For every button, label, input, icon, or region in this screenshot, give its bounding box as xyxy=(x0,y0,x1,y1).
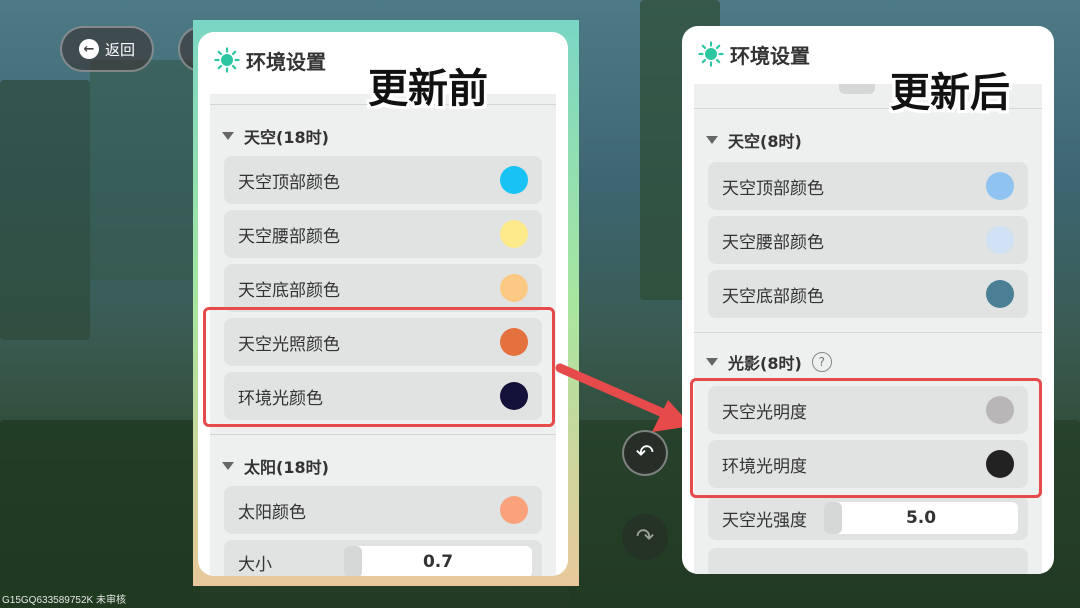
row-label: 大小 xyxy=(238,554,272,575)
section-header-sky[interactable]: 天空(18时) xyxy=(222,124,329,148)
background-tree xyxy=(0,420,200,608)
row-sky-bottom-color[interactable]: 天空底部颜色 xyxy=(708,270,1028,318)
slider-track[interactable]: 5.0 xyxy=(824,502,1018,534)
row-label: 天空底部颜色 xyxy=(722,286,824,307)
redo-button[interactable]: ↷ xyxy=(622,514,668,560)
back-button[interactable]: ← 返回 xyxy=(60,26,154,72)
section-header-sky[interactable]: 天空(8时) xyxy=(706,128,802,152)
row-sky-middle-color[interactable]: 天空腰部颜色 xyxy=(708,216,1028,264)
left-panel-title: 环境设置 xyxy=(246,49,326,74)
row-sky-middle-color[interactable]: 天空腰部颜色 xyxy=(224,210,542,258)
collapse-triangle-icon xyxy=(706,358,718,366)
section-title: 天空(18时) xyxy=(244,128,329,147)
color-swatch[interactable] xyxy=(986,280,1014,308)
section-title: 光影(8时) xyxy=(728,354,802,373)
row-label: 天空腰部颜色 xyxy=(238,226,340,247)
section-title: 天空(8时) xyxy=(728,132,802,151)
slider-value: 0.7 xyxy=(422,552,454,572)
slider-handle[interactable] xyxy=(824,502,842,534)
row-label: 天空底部颜色 xyxy=(238,280,340,301)
row-label: 天空顶部颜色 xyxy=(238,172,340,193)
compare-arrow xyxy=(555,363,692,432)
row-sky-top-color[interactable]: 天空顶部颜色 xyxy=(708,162,1028,210)
sun-icon xyxy=(214,47,240,73)
highlight-box-before xyxy=(203,307,555,427)
background-tree xyxy=(90,60,200,280)
row-label: 天空光强度 xyxy=(722,510,807,531)
row-sky-top-color[interactable]: 天空顶部颜色 xyxy=(224,156,542,204)
section-divider xyxy=(694,332,1042,333)
section-divider xyxy=(210,434,556,435)
collapse-triangle-icon xyxy=(222,132,234,140)
undo-button[interactable]: ↶ xyxy=(622,430,668,476)
slider-track[interactable]: 0.7 xyxy=(344,546,532,576)
before-update-label: 更新前 xyxy=(368,66,488,112)
row-label: 太阳颜色 xyxy=(238,502,306,523)
color-swatch[interactable] xyxy=(986,226,1014,254)
color-swatch[interactable] xyxy=(500,496,528,524)
row-sun-color[interactable]: 太阳颜色 xyxy=(224,486,542,534)
slider-value: 5.0 xyxy=(905,508,937,528)
watermark-text: G15GQ633589752K 未审核 xyxy=(2,595,126,606)
slider-handle[interactable] xyxy=(344,546,362,576)
right-panel-scroll-area[interactable]: 天空(8时) 天空顶部颜色 天空腰部颜色 天空底部颜色 光影(8时) ? 天空光… xyxy=(694,84,1042,574)
help-icon[interactable]: ? xyxy=(811,352,832,372)
partial-next-row xyxy=(708,548,1028,574)
color-swatch[interactable] xyxy=(500,274,528,302)
row-sky-light-intensity-slider[interactable]: 天空光强度 5.0 xyxy=(708,496,1028,540)
collapse-triangle-icon xyxy=(706,136,718,144)
undo-icon: ↶ xyxy=(635,440,655,466)
partial-scroll-item xyxy=(839,84,875,94)
section-header-light-shadow[interactable]: 光影(8时) ? xyxy=(706,350,832,374)
after-update-label: 更新后 xyxy=(890,70,1010,116)
back-arrow-icon: ← xyxy=(78,39,99,59)
collapse-triangle-icon xyxy=(222,462,234,470)
row-label: 天空顶部颜色 xyxy=(722,178,824,199)
color-swatch[interactable] xyxy=(500,166,528,194)
highlight-box-after xyxy=(690,378,1042,498)
row-label: 天空腰部颜色 xyxy=(722,232,824,253)
color-swatch[interactable] xyxy=(500,220,528,248)
redo-icon: ↷ xyxy=(635,524,655,550)
right-panel-title: 环境设置 xyxy=(730,43,810,68)
background-tree xyxy=(0,80,90,340)
sun-icon xyxy=(698,41,724,67)
back-button-label: 返回 xyxy=(104,40,135,59)
row-sky-bottom-color[interactable]: 天空底部颜色 xyxy=(224,264,542,312)
section-header-sun[interactable]: 太阳(18时) xyxy=(222,454,329,478)
row-sun-size-slider[interactable]: 大小 0.7 xyxy=(224,540,542,576)
color-swatch[interactable] xyxy=(986,172,1014,200)
section-title: 太阳(18时) xyxy=(244,458,329,477)
